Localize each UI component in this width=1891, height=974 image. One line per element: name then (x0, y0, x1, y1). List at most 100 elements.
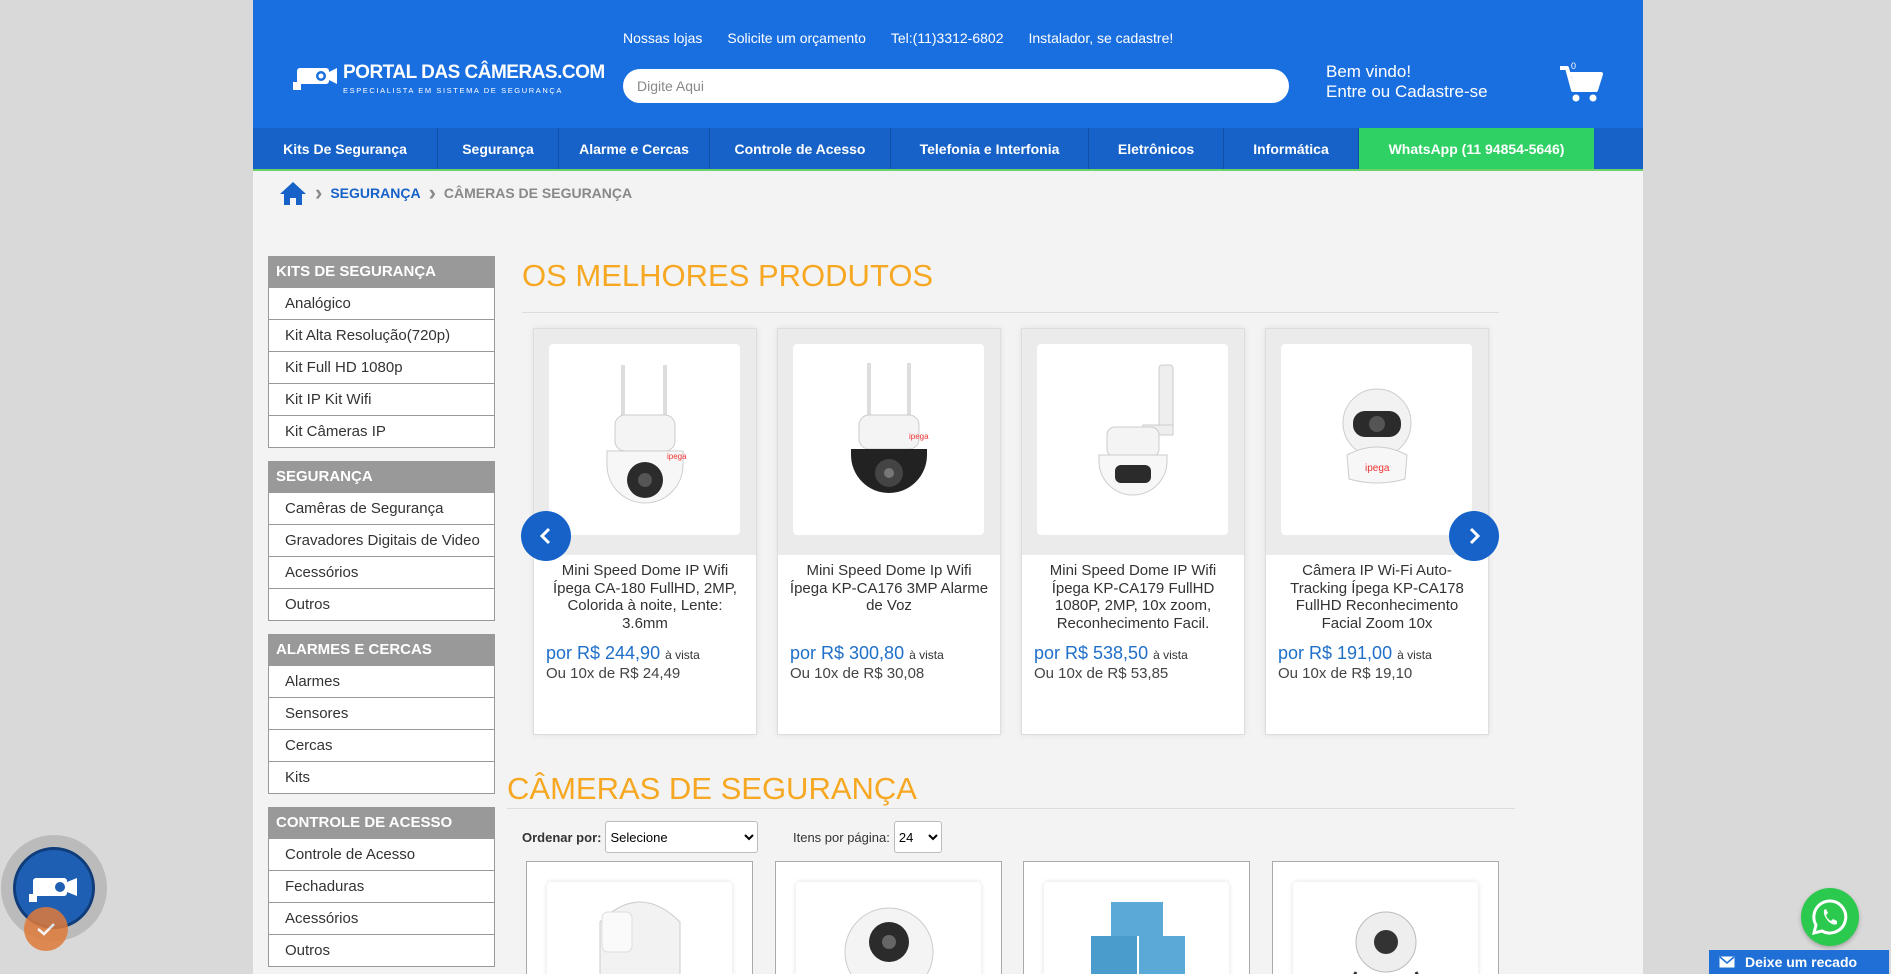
category-title: CÂMERAS DE SEGURANÇA (507, 771, 917, 806)
speed-dome-camera-icon: ipega (850, 362, 929, 493)
per-page-select[interactable]: 24 (893, 821, 942, 853)
breadcrumb: › SEGURANÇA › CÂMERAS DE SEGURANÇA (279, 180, 632, 206)
sidebar-item[interactable]: Camêras de Segurança (268, 493, 495, 525)
nav-eletronicos[interactable]: Eletrônicos (1089, 128, 1224, 169)
sidebar-group-title[interactable]: SEGURANÇA (268, 461, 495, 493)
product-card[interactable]: Mini Speed Dome IP Wifi Ípega KP-CA179 F… (1021, 328, 1245, 735)
nav-seguranca[interactable]: Segurança (438, 128, 559, 169)
search-input[interactable] (623, 69, 1289, 103)
product-price: por R$ 244,90 à vista (546, 643, 700, 664)
header: PORTAL DAS CÂMERAS.COM ESPECIALISTA EM S… (253, 0, 1643, 128)
sidebar-item[interactable]: Gravadores Digitais de Video (268, 525, 495, 557)
product-name[interactable]: Mini Speed Dome IP Wifi Ípega CA-180 Ful… (544, 562, 746, 632)
login-register-link[interactable]: Entre ou Cadastre-se (1326, 82, 1488, 102)
whatsapp-icon (1811, 899, 1848, 936)
svg-text:ipega: ipega (667, 452, 687, 461)
carousel-prev-button[interactable] (521, 511, 571, 561)
sidebar-group-controle-acesso: CONTROLE DE ACESSO Controle de Acesso Fe… (268, 807, 495, 967)
sort-select[interactable]: Selecione (605, 821, 759, 853)
nav-controle-acesso[interactable]: Controle de Acesso (710, 128, 891, 169)
link-instalador-cadastro[interactable]: Instalador, se cadastre! (1029, 30, 1174, 46)
floating-chat-widget[interactable] (24, 907, 68, 951)
sidebar-item[interactable]: Kit Alta Resolução(720p) (268, 320, 495, 352)
price-value: por R$ 538,50 (1034, 643, 1149, 663)
nav-alarme-cercas[interactable]: Alarme e Cercas (559, 128, 710, 169)
link-telefone[interactable]: Tel:(11)3312-6802 (891, 30, 1004, 46)
product-image-area: ipega (778, 329, 1000, 555)
breadcrumb-seguranca[interactable]: SEGURANÇA (330, 185, 420, 201)
product-name[interactable]: Mini Speed Dome IP Wifi Ípega KP-CA179 F… (1032, 562, 1234, 632)
nav-whatsapp[interactable]: WhatsApp (11 94854-5646) (1359, 128, 1594, 169)
sidebar-item[interactable]: Kit Full HD 1080p (268, 352, 495, 384)
sidebar-item[interactable]: Analógico (268, 288, 495, 320)
logo-subtitle: ESPECIALISTA EM SISTEMA DE SEGURANÇA (343, 86, 564, 95)
sidebar-item[interactable]: Acessórios (268, 903, 495, 935)
main-nav: Kits De Segurança Segurança Alarme e Cer… (253, 128, 1643, 171)
whatsapp-float-button[interactable] (1801, 888, 1859, 946)
product-name[interactable]: Câmera IP Wi-Fi Auto-Tracking Ípega KP-C… (1276, 562, 1478, 632)
category-product-card[interactable] (1272, 861, 1499, 974)
carousel-next-button[interactable] (1449, 511, 1499, 561)
category-product-card[interactable] (526, 861, 753, 974)
robot-camera-icon: ipega (1342, 388, 1411, 483)
top-links: Nossas lojas Solicite um orçamento Tel:(… (623, 30, 1173, 46)
sidebar-item[interactable]: Outros (268, 589, 495, 621)
price-suffix: à vista (909, 648, 944, 662)
sidebar-item[interactable]: Kit Câmeras IP (268, 416, 495, 448)
product-image-area (1022, 329, 1244, 555)
sidebar-item[interactable]: Controle de Acesso (268, 839, 495, 871)
sidebar-item[interactable]: Alarmes (268, 666, 495, 698)
product-installments: Ou 10x de R$ 30,08 (790, 665, 925, 682)
nav-informatica[interactable]: Informática (1224, 128, 1359, 169)
speed-dome-camera-icon (1098, 364, 1173, 495)
price-suffix: à vista (1153, 648, 1188, 662)
product-image (1293, 882, 1478, 974)
sidebar-item[interactable]: Cercas (268, 730, 495, 762)
sidebar-group-title[interactable]: CONTROLE DE ACESSO (268, 807, 495, 839)
sidebar-group-title[interactable]: ALARMES E CERCAS (268, 634, 495, 666)
product-image (796, 882, 981, 974)
leave-message-label: Deixe um recado (1745, 954, 1858, 970)
sidebar-item[interactable]: Outros (268, 935, 495, 967)
category-product-card[interactable] (1023, 861, 1250, 974)
sidebar-item[interactable]: Fechaduras (268, 871, 495, 903)
robot-camera-icon (844, 907, 933, 974)
product-image: ipega (793, 344, 984, 535)
link-solicite-orcamento[interactable]: Solicite um orçamento (727, 30, 866, 46)
price-suffix: à vista (1397, 648, 1432, 662)
product-image: ipega (1281, 344, 1472, 535)
product-price: por R$ 191,00 à vista (1278, 643, 1432, 664)
sidebar-group-title[interactable]: KITS DE SEGURANÇA (268, 256, 495, 288)
shopping-cart-icon[interactable] (1558, 64, 1604, 104)
price-value: por R$ 300,80 (790, 643, 905, 663)
sidebar-item[interactable]: Sensores (268, 698, 495, 730)
product-image (547, 882, 732, 974)
speed-dome-camera-icon: ipega (606, 364, 687, 503)
home-icon[interactable] (279, 180, 307, 206)
divider (522, 312, 1499, 313)
chevron-left-icon (539, 527, 551, 545)
sidebar-group-alarmes: ALARMES E CERCAS Alarmes Sensores Cercas… (268, 634, 495, 794)
product-installments: Ou 10x de R$ 53,85 (1034, 665, 1169, 682)
price-value: por R$ 244,90 (546, 643, 661, 663)
camera-kit-boxes-icon (1090, 902, 1185, 974)
logo[interactable]: PORTAL DAS CÂMERAS.COM ESPECIALISTA EM S… (293, 60, 605, 100)
nav-kits-seguranca[interactable]: Kits De Segurança (253, 128, 438, 169)
camera-logo-icon (293, 68, 337, 90)
svg-text:ipega: ipega (909, 432, 929, 441)
check-icon (37, 923, 55, 936)
product-card[interactable]: ipega Mini Speed Dome Ip Wifi Ípega KP-C… (777, 328, 1001, 735)
sidebar-item[interactable]: Acessórios (268, 557, 495, 589)
sidebar-item[interactable]: Kits (268, 762, 495, 794)
sidebar-item[interactable]: Kit IP Kit Wifi (268, 384, 495, 416)
product-image (1037, 344, 1228, 535)
sidebar-group-kits: KITS DE SEGURANÇA Analógico Kit Alta Res… (268, 256, 495, 448)
product-image (1044, 882, 1229, 974)
chevron-right-icon: › (315, 180, 323, 205)
svg-text:ipega: ipega (1365, 463, 1390, 474)
leave-message-button[interactable]: Deixe um recado (1709, 950, 1889, 974)
link-nossas-lojas[interactable]: Nossas lojas (623, 30, 702, 46)
category-product-card[interactable] (775, 861, 1002, 974)
product-name[interactable]: Mini Speed Dome Ip Wifi Ípega KP-CA176 3… (788, 562, 990, 615)
nav-telefonia-interfonia[interactable]: Telefonia e Interfonia (891, 128, 1089, 169)
